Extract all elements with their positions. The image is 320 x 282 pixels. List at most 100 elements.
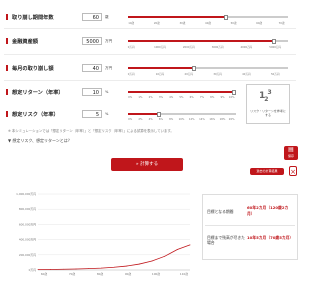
series-line [37, 244, 191, 271]
row-label-risk: 想定リスク（年率） [6, 111, 59, 118]
risk-ticks: 0% 2% 4% 6% 8% 10% 12% 14% 16% 18% 20% [128, 118, 236, 122]
data-point [37, 269, 39, 271]
assets-slider[interactable] [128, 38, 288, 44]
tick: 7% [199, 96, 205, 99]
row-label-withdrawal: 毎月の取り崩し額 [6, 65, 54, 72]
tick: 2000万円 [182, 46, 195, 49]
tick: 10歳 [128, 22, 135, 25]
tick: 5000万円 [269, 46, 282, 49]
assets-unit: 万円 [105, 39, 113, 43]
tick: 4% [169, 96, 174, 99]
divider [205, 225, 295, 226]
save-tab[interactable]: ▤ 保存 [284, 146, 298, 160]
x-tick-label: 100歳 [152, 272, 160, 276]
data-point [88, 268, 90, 270]
tick: 5% [179, 96, 184, 99]
tick: 4000万円 [240, 46, 253, 49]
tick: 10% [228, 96, 235, 99]
chart-svg: 1,000,000万円 800,000万円 600,000万円 400,000万円 20… [16, 192, 191, 276]
tick: 4% [148, 118, 153, 121]
result-label-depleted: 目標まで残高が尽きた場合 [207, 235, 245, 245]
data-point [50, 269, 52, 270]
period-slider-fill [128, 16, 224, 18]
period-input[interactable]: 60 [82, 13, 102, 21]
withdrawal-slider[interactable] [128, 65, 288, 71]
tick: 70歳 [278, 22, 285, 25]
assets-input[interactable]: 5000 [82, 37, 102, 45]
save-icon: ▤ [288, 146, 294, 153]
past-results-button[interactable]: 過去の計算結果 [250, 168, 284, 175]
divider [4, 28, 296, 29]
row-label-return: 想定リターン（年率） [6, 89, 64, 96]
tick: 30歳 [179, 22, 186, 25]
withdrawal-ticks: 0万円 10万円 20万円 30万円 40万円 50万円 [128, 72, 288, 76]
data-point [189, 244, 191, 246]
data-point [100, 267, 102, 269]
tick: 0% [128, 118, 133, 121]
results-panel: 目標となる期間 60年2カ月（120歳2カ月） 目標まで残高が尽きた場合 10年… [202, 194, 298, 260]
tick: 8% [210, 96, 215, 99]
tick: 10万円 [155, 73, 165, 76]
divider [4, 54, 296, 55]
return-slider-thumb[interactable] [231, 89, 236, 95]
withdrawal-slider-fill [128, 67, 192, 69]
return-input[interactable]: 10 [82, 88, 102, 96]
tick: 16% [209, 118, 216, 121]
x-tick-label: 70歳 [69, 272, 76, 276]
risk-input[interactable]: 5 [82, 110, 102, 118]
tick: 6% [189, 96, 194, 99]
risk-unit: % [105, 112, 109, 116]
x-tick-label: 80歳 [97, 272, 104, 276]
projection-chart: 1,000,000万円 800,000万円 600,000万円 400,000万円 20… [4, 188, 194, 278]
row-label-assets: 金融資産額 [6, 38, 38, 45]
assets-slider-thumb[interactable] [272, 38, 276, 44]
tick: 50歳 [230, 22, 237, 25]
data-point [164, 255, 166, 257]
tick: 18% [219, 118, 226, 121]
data-point [113, 266, 115, 268]
data-point [75, 268, 77, 270]
tick: 0% [128, 96, 133, 99]
return-slider-fill [128, 91, 232, 93]
tick: 2% [138, 118, 143, 121]
tick: 0万円 [127, 46, 135, 49]
tick: 20万円 [184, 73, 194, 76]
tick: 12% [188, 118, 195, 121]
period-slider-thumb[interactable] [224, 14, 228, 20]
return-unit: % [105, 90, 109, 94]
risk-return-reference-box[interactable]: 123 リスク・リターンを参考にする [246, 84, 290, 124]
data-point [176, 249, 178, 250]
tick: 2% [148, 96, 153, 99]
row-label-period: 取り崩し期間年数 [6, 14, 54, 21]
reference-caption: リスク・リターンを参考にする [250, 109, 286, 117]
risk-return-help-link[interactable]: ▼ 想定リスク、想定リターンとは？ [8, 138, 72, 144]
withdrawal-unit: 万円 [105, 66, 113, 70]
data-point [151, 260, 153, 262]
withdrawal-slider-thumb[interactable] [192, 65, 196, 71]
chart-icon: 123 [259, 89, 272, 103]
close-icon[interactable]: × [289, 166, 297, 176]
calculate-button[interactable]: » 計算する [111, 158, 183, 171]
tick: 0万円 [127, 73, 135, 76]
tick: 30万円 [213, 73, 222, 76]
y-tick-label: 1,000,000万円 [16, 192, 36, 196]
y-tick-label: 800,000万円 [19, 207, 36, 211]
risk-slider-thumb[interactable] [157, 111, 162, 117]
divider [4, 80, 296, 81]
footnote: ※ 本シミュレーションでは「想定リターン（年率）」と「想定リスク（年率）」による… [8, 129, 174, 133]
x-tick-label: 110歳 [180, 272, 188, 276]
tick: 6% [158, 118, 163, 121]
return-slider[interactable] [128, 89, 236, 95]
data-point [138, 263, 140, 265]
risk-slider-fill [128, 113, 158, 115]
assets-slider-fill [128, 40, 272, 42]
y-tick-label: 0万円 [29, 268, 37, 272]
tick: 14% [199, 118, 205, 121]
tick: 10% [178, 118, 185, 121]
period-slider[interactable] [128, 14, 288, 20]
return-ticks: 0% 1% 2% 3% 4% 5% 6% 7% 8% 9% 10% [128, 96, 236, 100]
x-tick-label: 60歳 [41, 272, 48, 276]
risk-slider[interactable] [128, 111, 236, 117]
period-ticks: 10歳 20歳 30歳 40歳 50歳 60歳 70歳 [128, 21, 288, 25]
withdrawal-input[interactable]: 40 [82, 64, 102, 72]
